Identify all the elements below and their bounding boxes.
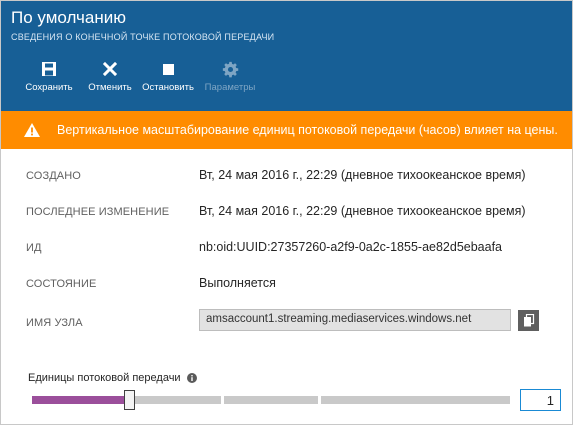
endpoint-blade: По умолчанию СВЕДЕНИЯ О КОНЕЧНОЙ ТОЧКЕ П…	[0, 0, 573, 425]
property-row-modified: ПОСЛЕДНЕЕ ИЗМЕНЕНИЕ Вт, 24 мая 2016 г., …	[1, 195, 572, 231]
stop-icon	[162, 59, 174, 79]
state-label: СОСТОЯНИЕ	[26, 278, 97, 290]
slider-track-segment	[224, 396, 318, 404]
streaming-units-label: Единицы потоковой передачи	[28, 372, 181, 384]
cancel-button[interactable]: Отменить	[86, 59, 134, 99]
page-title: По умолчанию	[11, 8, 126, 27]
created-label: СОЗДАНО	[26, 170, 81, 182]
created-value: Вт, 24 мая 2016 г., 22:29 (дневное тихоо…	[199, 168, 526, 182]
close-icon	[103, 59, 117, 79]
slider-thumb[interactable]	[124, 390, 135, 410]
warning-text: Вертикальное масштабирование единиц пото…	[57, 123, 558, 137]
copy-button[interactable]	[518, 310, 539, 331]
id-value: nb:oid:UUID:27357260-a2f9-0a2c-1855-ae82…	[199, 240, 503, 254]
slider-filled-track	[32, 396, 124, 404]
property-row-created: СОЗДАНО Вт, 24 мая 2016 г., 22:29 (дневн…	[1, 159, 572, 195]
cancel-label: Отменить	[88, 82, 132, 93]
property-row-state: СОСТОЯНИЕ Выполняется	[1, 267, 572, 303]
id-label: ИД	[26, 242, 42, 254]
warning-icon	[23, 122, 43, 138]
modified-label: ПОСЛЕДНЕЕ ИЗМЕНЕНИЕ	[26, 206, 170, 218]
save-icon	[41, 59, 57, 79]
host-name-field[interactable]: amsaccount1.streaming.mediaservices.wind…	[199, 309, 511, 331]
property-row-id: ИД nb:oid:UUID:27357260-a2f9-0a2c-1855-a…	[1, 231, 572, 267]
streaming-units-label-row: Единицы потоковой передачи	[28, 372, 197, 384]
host-label: ИМЯ УЗЛА	[26, 317, 83, 329]
parameters-button[interactable]: Параметры	[201, 59, 259, 99]
blade-header: По умолчанию СВЕДЕНИЯ О КОНЕЧНОЙ ТОЧКЕ П…	[1, 1, 572, 111]
info-icon[interactable]	[186, 373, 197, 383]
slider-track-segment	[128, 396, 222, 404]
stop-label: Остановить	[142, 82, 194, 93]
state-value: Выполняется	[199, 276, 276, 290]
streaming-units-input[interactable]	[520, 389, 561, 411]
save-label: Сохранить	[25, 82, 73, 93]
command-bar: Сохранить Отменить Остановить Параметры	[1, 59, 259, 99]
gear-icon	[222, 59, 239, 79]
modified-value: Вт, 24 мая 2016 г., 22:29 (дневное тихоо…	[199, 204, 526, 218]
slider-track-segment	[320, 396, 510, 404]
pricing-warning-banner: Вертикальное масштабирование единиц пото…	[1, 111, 572, 149]
save-button[interactable]: Сохранить	[24, 59, 74, 99]
parameters-label: Параметры	[204, 82, 256, 93]
copy-icon	[523, 314, 535, 327]
streaming-units-slider[interactable]	[32, 390, 510, 410]
page-subtitle: СВЕДЕНИЯ О КОНЕЧНОЙ ТОЧКЕ ПОТОКОВОЙ ПЕРЕ…	[11, 32, 275, 42]
stop-button[interactable]: Остановить	[139, 59, 197, 99]
